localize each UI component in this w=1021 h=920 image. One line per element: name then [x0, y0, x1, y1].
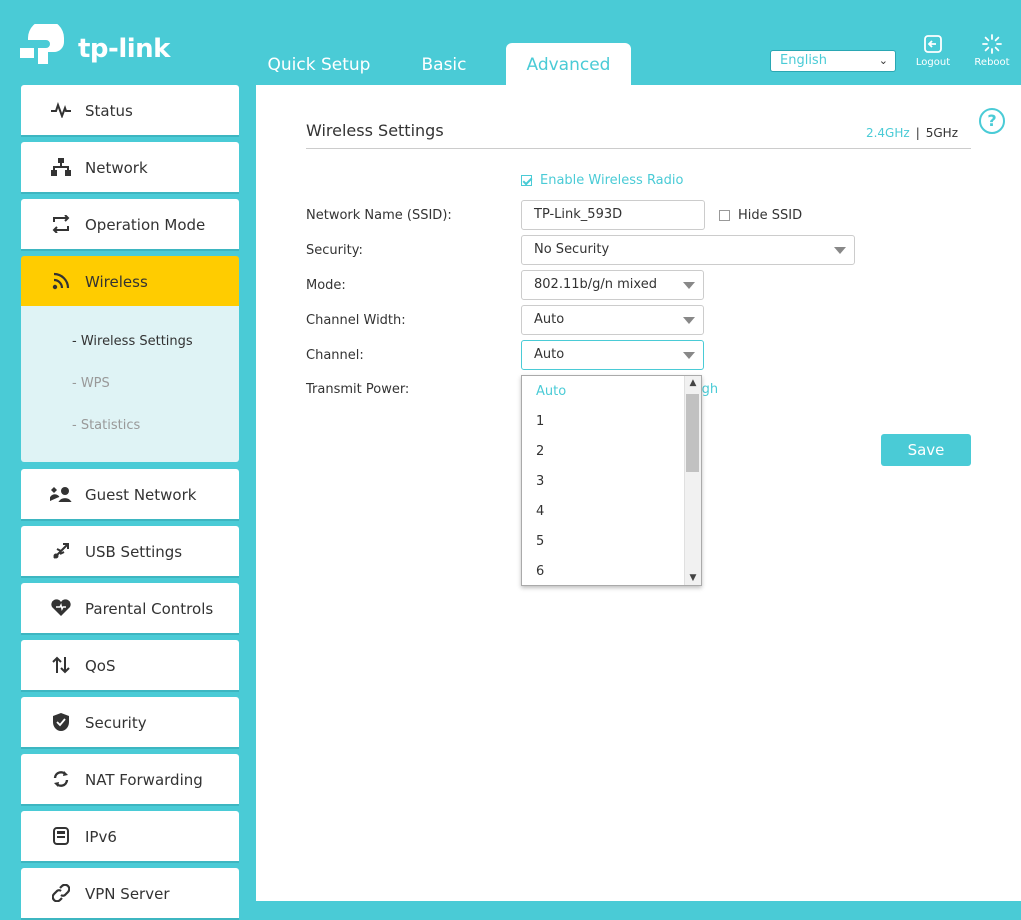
- dropdown-scrollbar[interactable]: ▲ ▼: [684, 376, 701, 585]
- sidebar-item-label: VPN Server: [85, 885, 170, 903]
- checkbox-checked-icon: [521, 175, 532, 186]
- swap-icon: [50, 213, 72, 235]
- ssid-label: Network Name (SSID):: [306, 208, 452, 223]
- sidebar-item-label: Network: [85, 159, 148, 177]
- heart-icon: [50, 597, 72, 619]
- save-button[interactable]: Save: [881, 434, 971, 466]
- mode-label: Mode:: [306, 278, 346, 293]
- channel-select[interactable]: Auto: [521, 340, 704, 370]
- hide-ssid-checkbox[interactable]: Hide SSID: [719, 208, 802, 223]
- submenu-wps[interactable]: - WPS: [72, 376, 110, 391]
- help-icon[interactable]: ?: [979, 108, 1005, 134]
- sidebar-item-qos[interactable]: QoS: [21, 640, 239, 690]
- reboot-icon: [982, 34, 1002, 54]
- logout-label: Logout: [915, 57, 951, 68]
- channel-value: Auto: [534, 347, 565, 362]
- tab-basic[interactable]: Basic: [404, 43, 484, 85]
- band-24ghz-link[interactable]: 2.4GHz: [866, 126, 910, 140]
- channel-label: Channel:: [306, 348, 364, 363]
- tab-quick-setup[interactable]: Quick Setup: [260, 43, 378, 85]
- scroll-down-icon[interactable]: ▼: [685, 571, 701, 585]
- wireless-submenu: - Wireless Settings - WPS - Statistics: [21, 306, 239, 462]
- channel-option-2[interactable]: 2: [536, 444, 544, 459]
- sidebar-item-label: QoS: [85, 657, 116, 675]
- sidebar-item-label: Operation Mode: [85, 216, 206, 234]
- channel-option-auto[interactable]: Auto: [536, 384, 566, 399]
- sidebar-item-ipv6[interactable]: IPv6: [21, 811, 239, 861]
- dropdown-arrow-icon: [683, 282, 695, 289]
- transmit-power-label: Transmit Power:: [306, 382, 410, 397]
- channel-option-1[interactable]: 1: [536, 414, 544, 429]
- mode-select[interactable]: 802.11b/g/n mixed: [521, 270, 704, 300]
- checkbox-unchecked-icon: [719, 210, 730, 221]
- usb-icon: [50, 540, 72, 562]
- wifi-icon: [50, 270, 72, 292]
- guests-icon: [50, 483, 72, 505]
- channel-option-6[interactable]: 6: [536, 564, 544, 579]
- sidebar-item-status[interactable]: Status: [21, 85, 239, 135]
- dropdown-arrow-icon: [683, 317, 695, 324]
- refresh-icon: [50, 768, 72, 790]
- channel-dropdown-list: Auto 1 2 3 4 5 6 ▲ ▼: [521, 375, 702, 586]
- sidebar-item-label: IPv6: [85, 828, 117, 846]
- band-separator: |: [915, 126, 920, 140]
- security-select[interactable]: No Security: [521, 235, 855, 265]
- security-label: Security:: [306, 243, 363, 258]
- sidebar-item-wireless[interactable]: Wireless: [21, 256, 239, 306]
- ssid-input[interactable]: TP-Link_593D: [521, 200, 705, 230]
- tab-advanced[interactable]: Advanced: [506, 43, 631, 85]
- updown-arrows-icon: [50, 654, 72, 676]
- sidebar-item-network[interactable]: Network: [21, 142, 239, 192]
- band-selector: 2.4GHz | 5GHz: [866, 126, 958, 140]
- language-value: English: [780, 53, 827, 68]
- enable-wireless-radio-checkbox[interactable]: Enable Wireless Radio: [521, 173, 683, 188]
- reboot-button[interactable]: Reboot: [969, 34, 1015, 68]
- chevron-down-icon: ⌄: [878, 54, 888, 67]
- sidebar-item-parental-controls[interactable]: Parental Controls: [21, 583, 239, 633]
- sidebar-item-security[interactable]: Security: [21, 697, 239, 747]
- channel-option-5[interactable]: 5: [536, 534, 544, 549]
- hide-ssid-label: Hide SSID: [738, 208, 803, 223]
- sidebar-item-label: NAT Forwarding: [85, 771, 203, 789]
- submenu-statistics[interactable]: - Statistics: [72, 418, 140, 433]
- submenu-wireless-settings[interactable]: - Wireless Settings: [72, 334, 193, 349]
- sidebar-item-label: Guest Network: [85, 486, 197, 504]
- channel-width-value: Auto: [534, 312, 565, 327]
- band-5ghz-link[interactable]: 5GHz: [926, 126, 958, 140]
- channel-option-3[interactable]: 3: [536, 474, 544, 489]
- document-icon: [50, 825, 72, 847]
- sidebar-item-operation-mode[interactable]: Operation Mode: [21, 199, 239, 249]
- channel-option-4[interactable]: 4: [536, 504, 544, 519]
- sidebar-item-usb-settings[interactable]: USB Settings: [21, 526, 239, 576]
- language-select[interactable]: English ⌄: [770, 50, 896, 72]
- sidebar-item-vpn-server[interactable]: VPN Server: [21, 868, 239, 918]
- dropdown-arrow-icon: [683, 352, 695, 359]
- sidebar-item-label: Parental Controls: [85, 600, 214, 618]
- sidebar-item-guest-network[interactable]: Guest Network: [21, 469, 239, 519]
- network-icon: [50, 156, 72, 178]
- tp-link-logo: tp-link: [20, 24, 170, 74]
- scroll-up-icon[interactable]: ▲: [685, 376, 701, 390]
- scrollbar-thumb[interactable]: [686, 394, 699, 472]
- sidebar-item-label: Security: [85, 714, 147, 732]
- sidebar-item-label: Status: [85, 102, 133, 120]
- logout-button[interactable]: Logout: [910, 34, 956, 68]
- logo-text: tp-link: [78, 34, 170, 64]
- sidebar-item-label: Wireless: [85, 273, 148, 291]
- channel-width-label: Channel Width:: [306, 313, 406, 328]
- reboot-label: Reboot: [974, 57, 1010, 68]
- tp-link-logo-icon: [20, 24, 64, 64]
- page-title: Wireless Settings: [306, 121, 444, 140]
- shield-icon: [50, 711, 72, 733]
- channel-width-select[interactable]: Auto: [521, 305, 704, 335]
- enable-wireless-radio-label: Enable Wireless Radio: [540, 173, 684, 188]
- sidebar-item-label: USB Settings: [85, 543, 183, 561]
- dropdown-arrow-icon: [834, 247, 846, 254]
- mode-value: 802.11b/g/n mixed: [534, 277, 657, 292]
- title-divider: [306, 148, 971, 149]
- sidebar-item-nat-forwarding[interactable]: NAT Forwarding: [21, 754, 239, 804]
- logout-icon: [924, 35, 942, 53]
- security-value: No Security: [534, 242, 610, 257]
- pulse-icon: [50, 99, 72, 121]
